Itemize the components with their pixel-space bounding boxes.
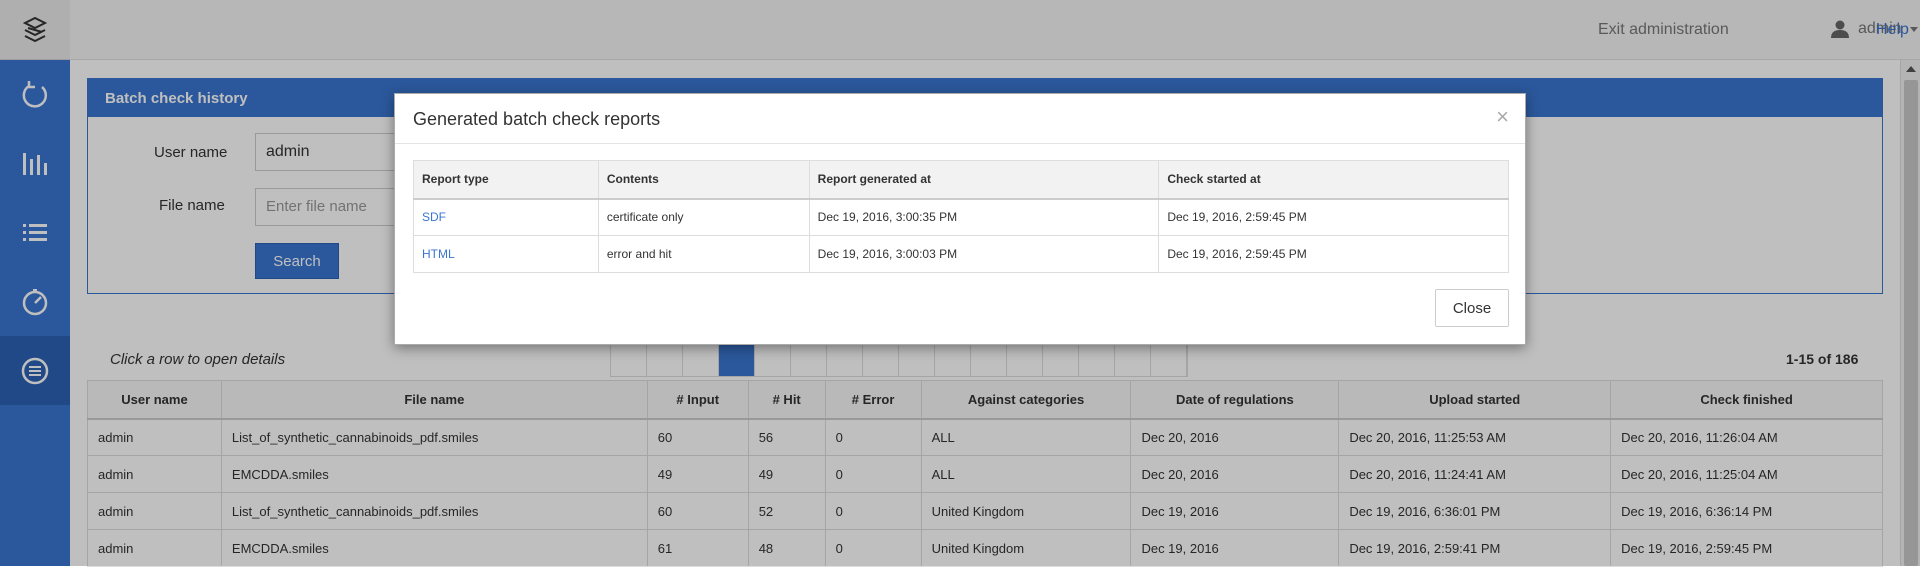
reports-table: Report type Contents Report generated at… [413, 160, 1509, 273]
modal-title: Generated batch check reports [413, 109, 661, 129]
table-cell: Dec 19, 2016, 3:00:35 PM [808, 198, 1160, 236]
reports-modal: Generated batch check reports × Report t… [394, 93, 1526, 345]
table-cell: Dec 19, 2016, 2:59:45 PM [1158, 235, 1509, 273]
table-cell: Dec 19, 2016, 2:59:45 PM [1158, 198, 1509, 236]
report-row: SDF certificate only Dec 19, 2016, 3:00:… [413, 198, 1509, 236]
table-cell: error and hit [597, 235, 810, 273]
table-cell: Dec 19, 2016, 3:00:03 PM [808, 235, 1160, 273]
table-cell: certificate only [597, 198, 810, 236]
reports-header-row: Report type Contents Report generated at… [413, 160, 1509, 200]
column-header: Report generated at [808, 160, 1160, 200]
modal-header: Generated batch check reports × [395, 94, 1525, 144]
report-link-html[interactable]: HTML [413, 235, 599, 273]
report-link-sdf[interactable]: SDF [413, 198, 599, 236]
column-header: Report type [413, 160, 599, 200]
close-icon[interactable]: × [1496, 106, 1509, 128]
column-header: Contents [597, 160, 810, 200]
column-header: Check started at [1158, 160, 1509, 200]
close-button[interactable]: Close [1435, 289, 1509, 327]
report-row: HTML error and hit Dec 19, 2016, 3:00:03… [413, 235, 1509, 273]
